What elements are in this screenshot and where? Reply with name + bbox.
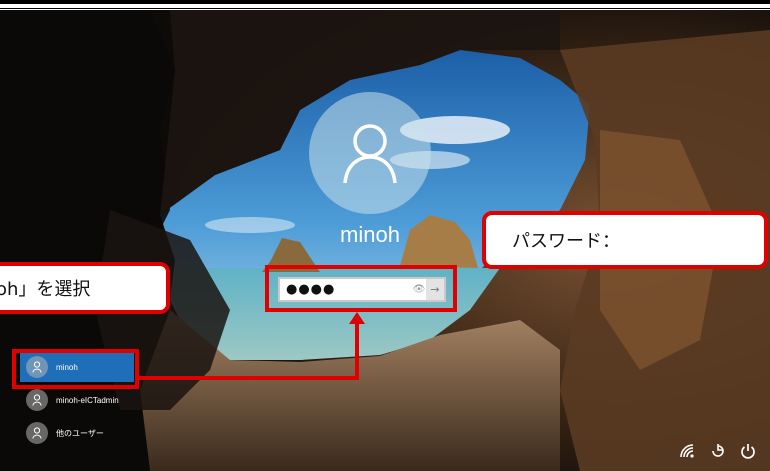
system-tray [677, 440, 759, 462]
accessibility-icon[interactable] [707, 440, 729, 462]
connector-arrow [139, 312, 365, 380]
power-icon[interactable] [737, 440, 759, 462]
wifi-icon[interactable] [677, 440, 699, 462]
